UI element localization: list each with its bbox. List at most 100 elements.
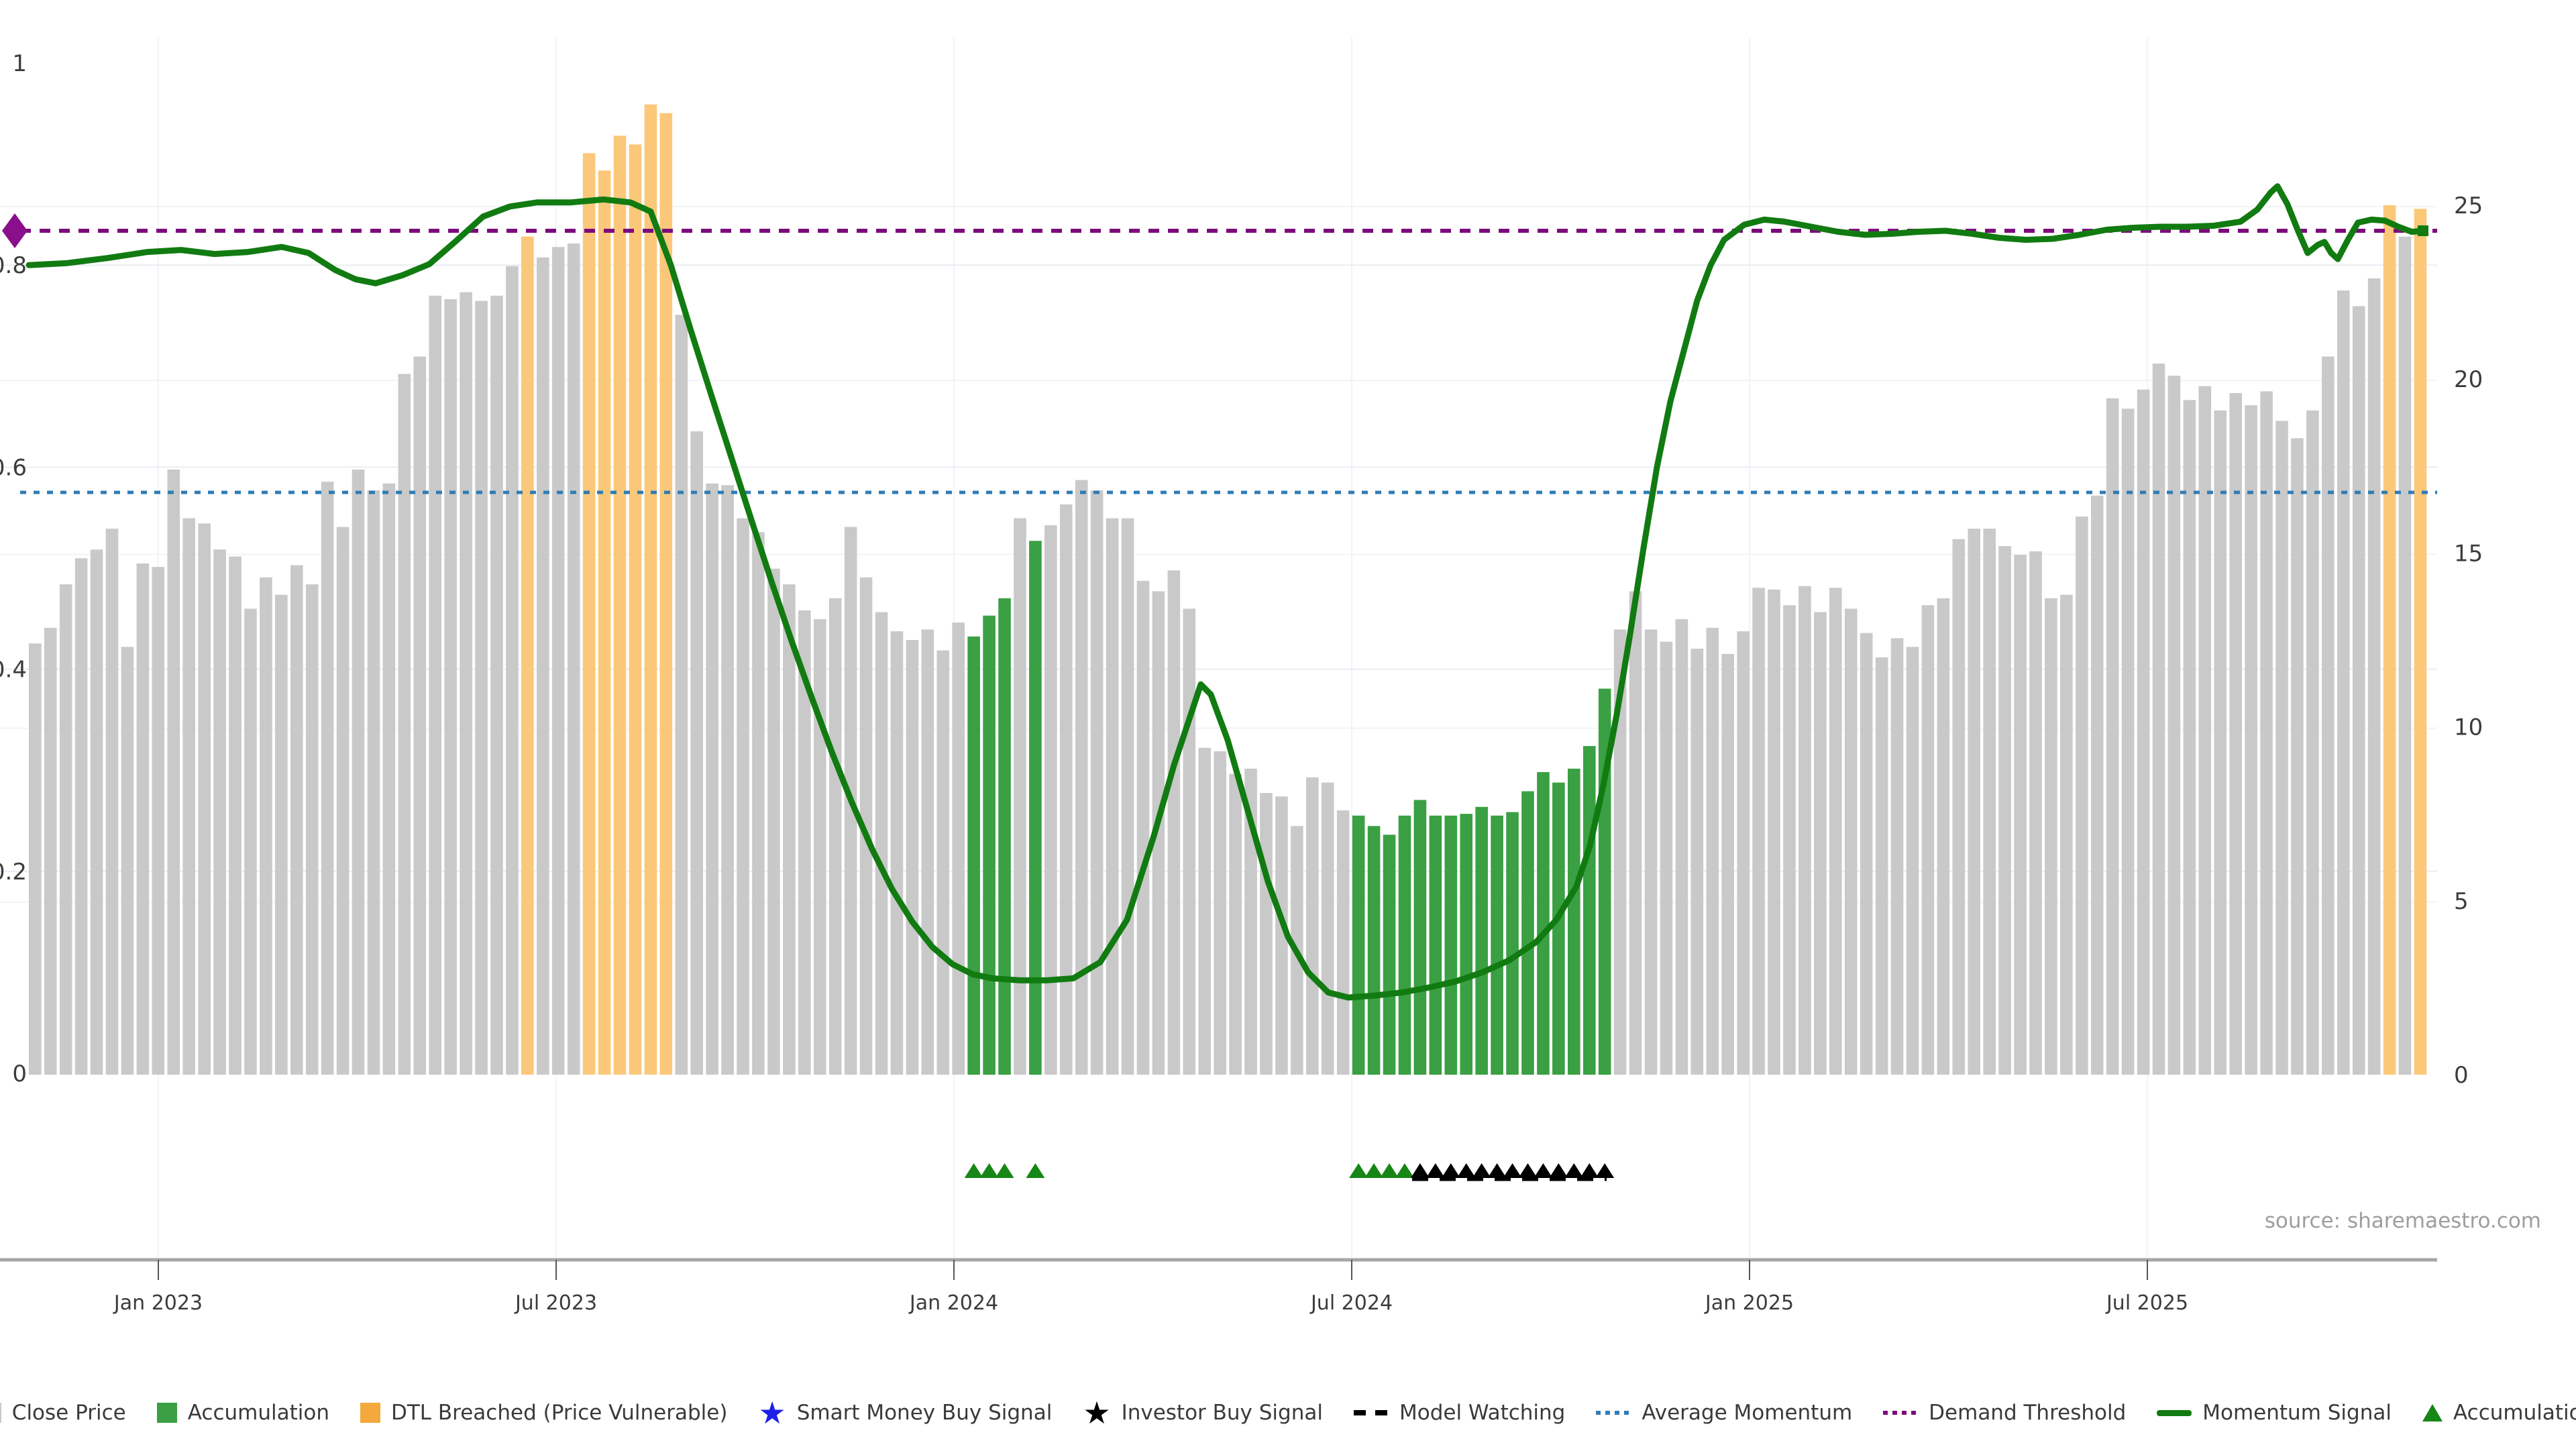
close-price-bar bbox=[706, 484, 718, 1075]
close-price-bar bbox=[1922, 605, 1935, 1075]
accumulation-bar bbox=[1352, 816, 1365, 1075]
x-axis-tick-label: Jul 2024 bbox=[1309, 1291, 1393, 1315]
accumulation-triangle-icon bbox=[1026, 1163, 1044, 1178]
legend-label: Momentum Signal bbox=[2202, 1401, 2392, 1425]
legend-label: Smart Money Buy Signal bbox=[797, 1401, 1053, 1425]
close-price-bar bbox=[244, 608, 257, 1075]
x-axis-tick-label: Jan 2023 bbox=[113, 1291, 203, 1315]
investor-buy-triangle-icon bbox=[1518, 1163, 1537, 1178]
close-price-bar bbox=[2168, 376, 2181, 1075]
close-price-bar bbox=[767, 569, 780, 1075]
x-axis-tick-label: Jan 2025 bbox=[1704, 1291, 1794, 1315]
close-price-bar bbox=[398, 374, 411, 1075]
left-axis-tick-label: 0.4 bbox=[0, 657, 27, 684]
close-price-bar bbox=[2029, 551, 2042, 1075]
close-price-bar bbox=[2245, 405, 2257, 1075]
right-axis-tick-label: 15 bbox=[2454, 540, 2483, 567]
close-price-bar bbox=[121, 647, 134, 1075]
close-price-bar bbox=[352, 470, 365, 1075]
close-price-bar bbox=[506, 266, 519, 1075]
close-price-bar bbox=[690, 431, 703, 1075]
close-price-bar bbox=[1137, 581, 1150, 1075]
close-price-bar bbox=[1953, 539, 1966, 1075]
close-price-bar bbox=[1799, 586, 1811, 1075]
legend-item-model-watching: Model Watching bbox=[1354, 1401, 1565, 1425]
close-price-bar bbox=[1783, 605, 1796, 1075]
close-price-bar bbox=[2199, 386, 2212, 1075]
close-price-bar bbox=[752, 532, 765, 1075]
close-price-bar bbox=[2306, 411, 2319, 1075]
left-axis-tick-label: 0 bbox=[12, 1061, 27, 1087]
close-price-bar bbox=[1645, 629, 1658, 1075]
price-momentum-chart: Jan 2023Jul 2023Jan 2024Jul 2024Jan 2025… bbox=[0, 0, 2576, 1335]
accumulation-bar bbox=[1568, 769, 1580, 1075]
accumulation-bar bbox=[1460, 814, 1472, 1075]
close-price-swatch-icon bbox=[0, 1403, 1, 1423]
accumulation-triangle-icon bbox=[965, 1163, 983, 1178]
dtl-breached-bar bbox=[598, 170, 611, 1075]
dtl-breached-swatch-icon bbox=[360, 1403, 380, 1423]
close-price-bar bbox=[2337, 290, 2350, 1075]
green-line-icon bbox=[2157, 1410, 2192, 1416]
close-price-bar bbox=[337, 527, 350, 1075]
investor-buy-triangle-icon bbox=[1564, 1163, 1583, 1178]
investor-buy-triangle-icon bbox=[1472, 1163, 1491, 1178]
accumulation-bar bbox=[1444, 816, 1457, 1075]
close-price-bar bbox=[1737, 631, 1750, 1075]
close-price-bar bbox=[2399, 237, 2412, 1075]
close-price-bar bbox=[1752, 588, 1765, 1075]
accumulation-triangle-icon bbox=[1364, 1163, 1383, 1178]
legend-item-close-price: Close Price bbox=[0, 1401, 126, 1425]
left-axis-tick-label: 1 bbox=[12, 50, 27, 77]
right-axis-tick-label: 5 bbox=[2454, 888, 2469, 915]
close-price-bar bbox=[2275, 421, 2288, 1075]
chart-legend: Close Price Accumulation DTL Breached (P… bbox=[0, 1401, 2576, 1425]
close-price-bar bbox=[490, 296, 503, 1075]
close-price-bar bbox=[2091, 496, 2104, 1075]
accumulation-swatch-icon bbox=[157, 1403, 177, 1423]
accumulation-bar bbox=[1383, 835, 1396, 1075]
close-price-bar bbox=[1706, 628, 1719, 1075]
close-price-bar bbox=[213, 549, 226, 1075]
dtl-breached-bar bbox=[2383, 205, 2396, 1075]
close-price-bar bbox=[1337, 810, 1350, 1075]
green-triangle-icon bbox=[2422, 1404, 2443, 1421]
accumulation-bar bbox=[1552, 783, 1565, 1075]
close-price-bar bbox=[1260, 793, 1273, 1075]
accumulation-bar bbox=[1029, 541, 1042, 1075]
investor-buy-triangle-icon bbox=[1580, 1163, 1599, 1178]
close-price-bar bbox=[2106, 398, 2119, 1075]
close-price-bar bbox=[1629, 591, 1642, 1075]
dtl-breached-bar bbox=[645, 105, 657, 1075]
accumulation-triangle-icon bbox=[1380, 1163, 1399, 1178]
close-price-bar bbox=[429, 296, 441, 1075]
legend-label: Model Watching bbox=[1399, 1401, 1565, 1425]
close-price-bar bbox=[2060, 595, 2073, 1075]
accumulation-bar bbox=[1521, 792, 1534, 1075]
investor-buy-triangle-icon bbox=[1534, 1163, 1552, 1178]
accumulation-bar bbox=[1414, 800, 1427, 1075]
close-price-bar bbox=[1660, 642, 1673, 1075]
close-price-bar bbox=[306, 584, 319, 1075]
close-price-bar bbox=[1106, 519, 1119, 1075]
close-price-bar bbox=[321, 482, 334, 1075]
close-price-bar bbox=[1998, 546, 2011, 1075]
close-price-bar bbox=[568, 244, 580, 1075]
accumulation-bar bbox=[1399, 816, 1411, 1075]
left-axis-tick-label: 0.8 bbox=[0, 252, 27, 279]
investor-buy-triangle-icon bbox=[1595, 1163, 1614, 1178]
momentum-end-marker bbox=[2418, 225, 2428, 236]
close-price-bar bbox=[260, 578, 272, 1075]
close-price-bar bbox=[29, 643, 42, 1075]
close-price-bar bbox=[2322, 357, 2334, 1075]
investor-buy-triangle-icon bbox=[1442, 1163, 1460, 1178]
close-price-bar bbox=[182, 519, 195, 1075]
close-price-bar bbox=[552, 247, 565, 1075]
close-price-bar bbox=[2122, 409, 2135, 1075]
x-axis-tick-label: Jul 2023 bbox=[514, 1291, 597, 1315]
legend-label: Accumulation bbox=[2453, 1401, 2576, 1425]
close-price-bar bbox=[891, 631, 904, 1075]
accumulation-bar bbox=[1583, 746, 1596, 1075]
black-star-icon: ★ bbox=[1083, 1403, 1110, 1423]
investor-buy-triangle-icon bbox=[1457, 1163, 1476, 1178]
